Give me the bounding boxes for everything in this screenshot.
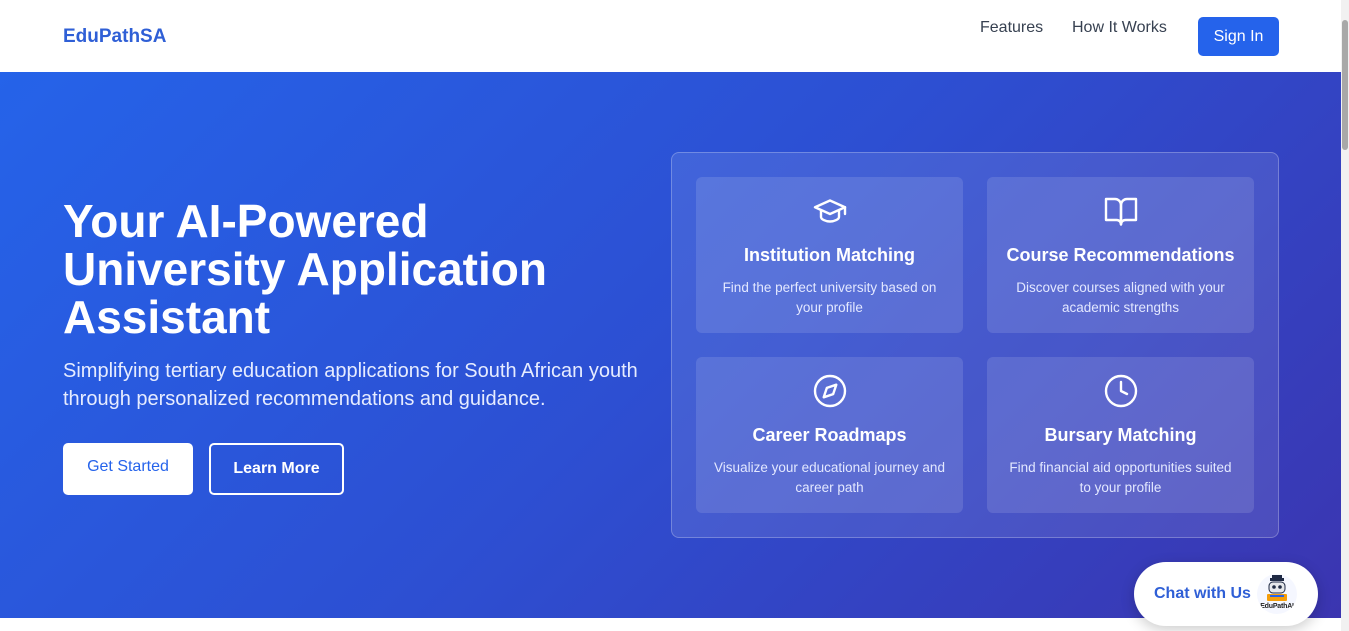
feature-description: Discover courses aligned with your acade…: [1016, 280, 1225, 315]
compass-icon: [813, 374, 846, 408]
sign-in-button[interactable]: Sign In: [1198, 17, 1279, 56]
brand-logo[interactable]: EduPathSA: [63, 26, 166, 48]
nav-link-how-it-works[interactable]: How It Works: [1072, 19, 1167, 37]
chat-label: Chat with Us: [1154, 585, 1251, 602]
top-navbar: EduPathSA Features How It Works Sign In: [0, 0, 1341, 72]
feature-title: Bursary Matching: [1044, 425, 1197, 445]
feature-description: Find the perfect university based on you…: [722, 280, 937, 315]
feature-description: Visualize your educational journey and c…: [714, 460, 945, 495]
hero-subtitle: Simplifying tertiary education applicati…: [63, 360, 638, 410]
feature-card-course-recommendations: Course Recommendations Discover courses …: [987, 177, 1254, 333]
nav-link-features[interactable]: Features: [980, 19, 1043, 37]
hero-title: Your AI-Powered University Application A…: [63, 195, 547, 343]
features-panel: Institution Matching Find the perfect un…: [671, 152, 1279, 538]
chat-widget-button[interactable]: Chat with Us EduPathAI: [1134, 562, 1318, 626]
page-scrollbar[interactable]: [1341, 0, 1349, 631]
graduation-cap-icon: [813, 199, 846, 223]
avatar-text: EduPathAI: [1260, 603, 1294, 610]
get-started-button[interactable]: Get Started: [63, 443, 193, 495]
feature-card-career-roadmaps: Career Roadmaps Visualize your education…: [696, 357, 963, 513]
chatbot-avatar: EduPathAI: [1257, 574, 1297, 614]
learn-more-button[interactable]: Learn More: [209, 443, 344, 495]
feature-title: Institution Matching: [744, 245, 915, 265]
feature-title: Course Recommendations: [1006, 245, 1235, 265]
scrollbar-thumb[interactable]: [1342, 20, 1348, 150]
open-book-icon: [1104, 197, 1137, 226]
feature-title: Career Roadmaps: [752, 425, 907, 445]
feature-card-institution-matching: Institution Matching Find the perfect un…: [696, 177, 963, 333]
clock-icon: [1104, 374, 1137, 408]
feature-card-bursary-matching: Bursary Matching Find financial aid oppo…: [987, 357, 1254, 513]
feature-description: Find financial aid opportunities suited …: [1009, 460, 1232, 495]
hero-section: Your AI-Powered University Application A…: [0, 72, 1341, 618]
